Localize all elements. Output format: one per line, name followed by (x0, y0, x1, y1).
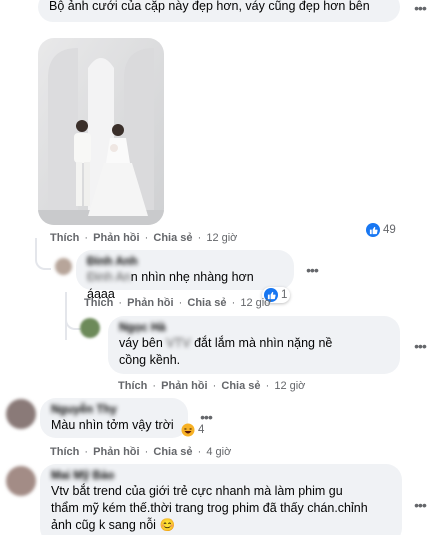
reply-link[interactable]: Phản hồi (161, 380, 207, 392)
comment-bubble-3: Ngọc Hà váy bên VTV đắt lắm mà nhìn nặng… (108, 316, 400, 374)
smile-emoji: 😊 (159, 518, 176, 532)
separator: · (84, 446, 89, 458)
separator: · (144, 446, 149, 458)
avatar[interactable] (6, 399, 36, 429)
separator: · (197, 446, 202, 458)
more-options-icon[interactable]: ••• (410, 497, 430, 513)
commenter-name[interactable]: Ngọc Hà (119, 321, 389, 335)
haha-icon (181, 423, 195, 437)
more-options-icon[interactable]: ••• (302, 262, 322, 278)
like-link[interactable]: Thích (84, 297, 113, 309)
comment-text: váy bên VTV đắt lắm mà nhìn nặng nề (119, 335, 389, 352)
separator: · (265, 380, 270, 392)
comment-text-content: ảnh cũg k sang nỗi (51, 518, 156, 532)
comment-actions-4: Thích · Phản hồi · Chia sẻ · 4 giờ (50, 446, 231, 458)
comment-actions-2: Thích · Phản hồi · Chia sẻ · 12 giờ (84, 297, 271, 309)
comment-time[interactable]: 12 giờ (240, 297, 271, 309)
thread-connector (65, 318, 81, 330)
avatar[interactable] (80, 318, 100, 338)
like-icon (366, 223, 380, 237)
share-link[interactable]: Chia sẻ (187, 297, 226, 309)
avatar[interactable] (6, 466, 36, 496)
blurred-text: Đinh An (87, 270, 131, 284)
reaction-summary-1[interactable]: 49 (366, 223, 396, 237)
reaction-count: 1 (281, 289, 288, 301)
comment-text-part: váy bên (119, 336, 163, 350)
like-link[interactable]: Thích (50, 232, 79, 244)
comment-actions-1: Thích · Phản hồi · Chia sẻ · 12 giờ (50, 232, 237, 244)
comment-text-part: đắt lắm mà nhìn nặng nề (194, 336, 333, 350)
comment-bubble-2: Đinh Anh Đinh Ann nhìn nhẹ nhàng hơn áaa… (76, 250, 294, 301)
reaction-count: 4 (198, 424, 205, 436)
separator: · (118, 297, 123, 309)
comment-text: Màu nhìn tởm vậy trời (51, 418, 174, 432)
commenter-name[interactable]: Đinh Anh (87, 255, 283, 269)
avatar[interactable] (55, 258, 72, 275)
share-link[interactable]: Chia sẻ (153, 446, 192, 458)
comment-text-line2: thẩm mỹ kém thế.thời trang trog phim đã … (51, 501, 368, 515)
like-link[interactable]: Thích (50, 446, 79, 458)
reply-link[interactable]: Phản hồi (127, 297, 173, 309)
commenter-name[interactable]: Nguyễn Thy (51, 403, 177, 417)
reaction-count: 49 (383, 224, 396, 236)
comment-text-line3: ảnh cũg k sang nỗi 😊 (51, 517, 391, 534)
separator: · (212, 380, 217, 392)
comment-actions-3: Thích · Phản hồi · Chia sẻ · 12 giờ (118, 380, 305, 392)
comment-text-line1: Vtv bắt trend của giới trẻ cực nhanh mà … (51, 484, 343, 498)
more-options-icon[interactable]: ••• (410, 338, 430, 354)
commenter-name[interactable]: Mai Mỹ Bảo (51, 469, 391, 483)
comment-bubble-1: Bộ ảnh cưới của cặp này đẹp hơn, váy cũn… (38, 0, 400, 22)
reaction-summary-4[interactable]: 4 (181, 423, 204, 437)
comment-time[interactable]: 12 giờ (274, 380, 305, 392)
more-options-icon[interactable]: ••• (410, 0, 430, 16)
comment-text: Bộ ảnh cưới của cặp này đẹp hơn, váy cũn… (49, 0, 370, 13)
separator: · (231, 297, 236, 309)
thread-line (65, 292, 67, 340)
separator: · (178, 297, 183, 309)
separator: · (144, 232, 149, 244)
comment-bubble-4: Nguyễn Thy Màu nhìn tởm vậy trời (40, 398, 188, 438)
reply-link[interactable]: Phản hồi (93, 232, 139, 244)
more-options-icon[interactable]: ••• (196, 409, 216, 425)
separator: · (152, 380, 157, 392)
wedding-photo-attachment[interactable] (38, 38, 164, 225)
comment-time[interactable]: 12 giờ (206, 232, 237, 244)
separator: · (197, 232, 202, 244)
thread-connector (35, 252, 51, 270)
comment-time[interactable]: 4 giờ (206, 446, 231, 458)
separator: · (84, 232, 89, 244)
comment-bubble-5: Mai Mỹ Bảo Vtv bắt trend của giới trẻ cự… (40, 464, 402, 535)
blurred-text: VTV (166, 336, 191, 350)
reply-link[interactable]: Phản hồi (93, 446, 139, 458)
thread-line (35, 238, 37, 254)
comment-text-line2: cồng kềnh. (119, 353, 181, 367)
share-link[interactable]: Chia sẻ (153, 232, 192, 244)
like-link[interactable]: Thích (118, 380, 147, 392)
share-link[interactable]: Chia sẻ (221, 380, 260, 392)
